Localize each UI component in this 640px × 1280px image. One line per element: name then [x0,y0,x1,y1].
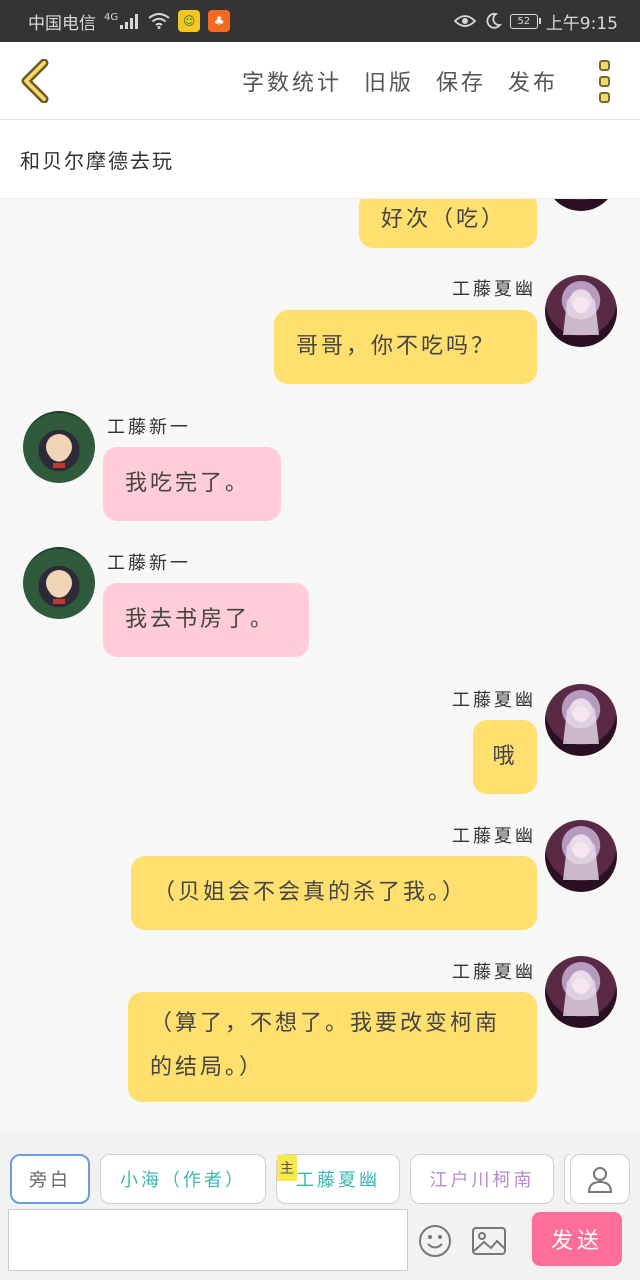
message-input[interactable] [8,1209,408,1271]
toolbar-actions: 字数统计 旧版 保存 发布 [242,42,558,120]
message-bubble[interactable]: 我去书房了。 [103,583,309,657]
avatar-kudo-natsuyu[interactable] [545,820,617,892]
avatar-portrait-icon [563,700,599,744]
chat-area[interactable]: 好次（吃） 工藤夏幽 哥哥，你不吃吗？ 工藤新一 我吃完了。 工藤新一 我去书房… [0,199,640,1131]
avatar-kudo-shinichi[interactable] [23,411,95,483]
message-bubble[interactable]: 哦 [473,720,537,794]
carrier-label: 中国电信 [28,13,96,34]
message-sender: 工藤夏幽 [452,279,536,300]
clock-label: 上午9:15 [545,13,618,34]
role-tab-edogawa-conan[interactable]: 江户川柯南 [410,1154,554,1204]
main-character-badge: 主 [277,1155,297,1181]
avatar-kudo-natsuyu[interactable] [545,199,617,211]
composer-area: 旁白 小海（作者） 主 工藤夏幽 江户川柯南 发送 [0,1131,640,1280]
avatar-portrait-icon [563,972,599,1016]
avatar-portrait-icon [563,836,599,880]
more-dot-icon [598,59,610,71]
battery-level-label: 52 [517,15,531,27]
more-dot-icon [598,75,610,87]
message-sender: 工藤夏幽 [452,962,536,983]
role-tab-label: 工藤夏幽 [296,1170,380,1191]
avatar-portrait-icon [563,291,599,335]
status-bar: 中国电信 4G ☺ ♣ 52 上午9:15 [0,0,640,42]
back-button[interactable] [14,56,54,106]
role-tab-label: 小海（作者） [120,1170,246,1191]
signal-icon [120,13,140,29]
message-text: （算了，不想了。我要改变柯南的结局。） [150,1011,501,1080]
message-sender: 工藤夏幽 [452,826,536,847]
role-selector: 旁白 小海（作者） 主 工藤夏幽 江户川柯南 [10,1154,630,1204]
eye-comfort-icon [453,14,476,28]
person-icon [587,1167,613,1193]
old-version-button[interactable]: 旧版 [364,65,414,97]
message-bubble[interactable]: （贝姐会不会真的杀了我。） [131,856,537,930]
role-tab-label: 江户川柯南 [429,1170,535,1191]
avatar-kudo-natsuyu[interactable] [545,956,617,1028]
message-text: 哦 [492,744,518,769]
more-menu-button[interactable] [594,56,614,106]
editor-toolbar: 字数统计 旧版 保存 发布 [0,42,640,120]
role-tab-label: 旁白 [29,1170,71,1191]
app-notification-icon: ☺ [178,10,201,32]
battery-icon: 52 [509,13,541,29]
message-bubble[interactable]: 哥哥，你不吃吗？ [274,310,537,384]
chat-story-editor: 中国电信 4G ☺ ♣ 52 上午9:15 字数统计 旧版 保存 发布 和贝尔摩… [0,0,640,1280]
story-title[interactable]: 和贝尔摩德去玩 [0,121,640,199]
message-bubble[interactable]: 好次（吃） [359,199,537,248]
image-button[interactable] [470,1223,508,1259]
emoji-button[interactable] [417,1223,453,1259]
message-bubble[interactable]: 我吃完了。 [103,447,281,521]
save-button[interactable]: 保存 [436,65,486,97]
avatar-kudo-shinichi[interactable] [23,547,95,619]
word-count-button[interactable]: 字数统计 [242,65,342,97]
send-button[interactable]: 发送 [532,1212,622,1266]
message-sender: 工藤新一 [107,417,191,438]
more-dot-icon [598,91,610,103]
message-bubble[interactable]: （算了，不想了。我要改变柯南的结局。） [128,992,537,1102]
status-bar-left: 中国电信 4G ☺ ♣ [28,9,231,34]
message-sender: 工藤新一 [107,553,191,574]
message-text: 我去书房了。 [125,607,276,632]
image-icon [472,1227,506,1255]
smiley-icon [419,1225,451,1257]
role-tab-author[interactable]: 小海（作者） [100,1154,266,1204]
app-notification-icon: ♣ [208,10,231,32]
role-tab-kudo-natsuyu[interactable]: 主 工藤夏幽 [276,1154,400,1204]
message-text: 哥哥，你不吃吗？ [296,334,497,359]
manage-characters-button[interactable] [570,1154,630,1204]
avatar-portrait-icon [41,566,77,604]
role-tab-narrator[interactable]: 旁白 [10,1154,90,1204]
message-sender: 工藤夏幽 [452,690,536,711]
do-not-disturb-moon-icon [484,12,502,30]
message-text: 好次（吃） [381,207,507,232]
network-type-label: 4G [104,11,119,23]
avatar-kudo-natsuyu[interactable] [545,275,617,347]
message-text: 我吃完了。 [125,471,251,496]
avatar-portrait-icon [41,430,77,468]
status-bar-right: 52 上午9:15 [453,9,618,34]
avatar-kudo-natsuyu[interactable] [545,684,617,756]
chevron-left-icon [21,59,49,103]
publish-button[interactable]: 发布 [508,65,558,97]
wifi-icon [148,13,170,29]
message-text: （贝姐会不会真的杀了我。） [153,880,468,905]
